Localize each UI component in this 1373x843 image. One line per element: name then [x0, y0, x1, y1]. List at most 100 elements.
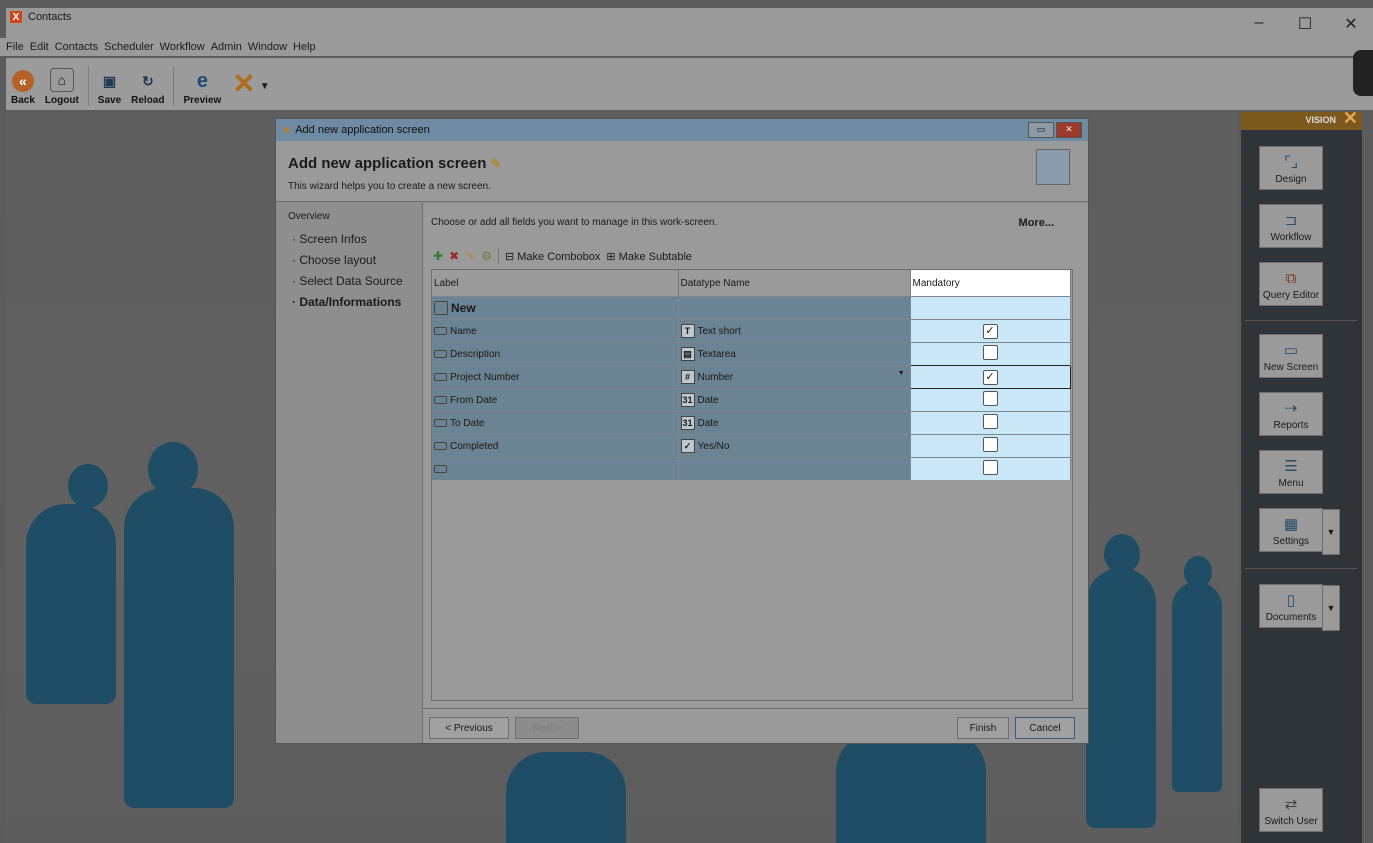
- add-field-icon[interactable]: ✚: [433, 249, 443, 263]
- edit-field-icon[interactable]: ✎: [465, 249, 475, 263]
- design-icon: ⌜⌟: [1283, 154, 1299, 171]
- dialog-close-icon[interactable]: ✕: [1056, 122, 1082, 138]
- menu-window[interactable]: Window: [248, 41, 287, 53]
- datatype-cell[interactable]: T Text short: [678, 319, 911, 343]
- mandatory-checkbox[interactable]: [982, 414, 998, 429]
- finish-button[interactable]: Finish: [957, 717, 1009, 739]
- documents-dropdown-icon[interactable]: ▼: [1322, 585, 1340, 631]
- label-cell[interactable]: From Date: [432, 388, 679, 412]
- table-row-empty[interactable]: [432, 457, 1071, 480]
- table-row-selected[interactable]: Project Number # Number ▼ ✓: [432, 365, 1071, 389]
- mandatory-cell[interactable]: [910, 411, 1071, 435]
- datatype-cell[interactable]: # Number ▼: [678, 365, 911, 389]
- table-row[interactable]: Description ▤ Textarea: [432, 342, 1071, 366]
- mandatory-checkbox[interactable]: [982, 437, 998, 452]
- label-cell[interactable]: Description: [432, 342, 679, 366]
- previous-button[interactable]: < Previous: [429, 717, 509, 739]
- more-link[interactable]: More...: [1019, 217, 1054, 229]
- mandatory-cell[interactable]: [910, 296, 1071, 320]
- datatype-cell[interactable]: 31 Date: [678, 411, 911, 435]
- save-button[interactable]: ▣ Save: [98, 64, 121, 107]
- datatype-cell[interactable]: [678, 296, 911, 320]
- menu-scheduler[interactable]: Scheduler: [104, 41, 154, 53]
- label-cell[interactable]: Name: [432, 319, 679, 343]
- reload-button[interactable]: ↻ Reload: [131, 64, 164, 107]
- logout-button[interactable]: ⌂ Logout: [45, 64, 79, 106]
- nav-item-select-data-source[interactable]: · Select Data Source: [292, 274, 422, 288]
- remove-field-icon[interactable]: ✖: [449, 249, 459, 263]
- label-cell[interactable]: [432, 457, 679, 480]
- menu-admin[interactable]: Admin: [211, 41, 242, 53]
- column-header-mandatory[interactable]: Mandatory: [910, 270, 1071, 297]
- datatype-cell[interactable]: [678, 457, 911, 480]
- dialog-header: Add new application screen ✎ This wizard …: [276, 141, 1088, 202]
- nav-item-screen-infos[interactable]: · Screen Infos: [292, 232, 422, 246]
- nav-item-data-informations[interactable]: · Data/Informations: [292, 295, 422, 309]
- make-combobox-button[interactable]: ⊟ Make Combobox: [505, 250, 600, 263]
- chevron-down-icon[interactable]: ▼: [898, 370, 905, 377]
- label-cell[interactable]: Completed: [432, 434, 679, 458]
- table-row[interactable]: From Date 31 Date: [432, 388, 1071, 412]
- make-subtable-button[interactable]: ⊞ Make Subtable: [606, 250, 692, 263]
- switch-user-button[interactable]: ⇄ Switch User: [1259, 788, 1323, 832]
- maximize-icon[interactable]: ☐: [1297, 14, 1313, 34]
- mandatory-checkbox[interactable]: [982, 345, 998, 360]
- table-row[interactable]: Name T Text short ✓: [432, 319, 1071, 343]
- silhouette-person: [836, 732, 986, 843]
- mandatory-cell[interactable]: [910, 388, 1071, 412]
- field-icon: [434, 464, 447, 473]
- reload-icon: ↻: [141, 72, 154, 89]
- preview-label: Preview: [183, 95, 222, 106]
- menu-help[interactable]: Help: [293, 41, 316, 53]
- nav-item-choose-layout[interactable]: · Choose layout: [292, 253, 422, 267]
- datatype-cell[interactable]: ▤ Textarea: [678, 342, 911, 366]
- datatype-cell[interactable]: ✓ Yes/No: [678, 434, 911, 458]
- mandatory-cell[interactable]: [910, 342, 1071, 366]
- label-cell[interactable]: To Date: [432, 411, 679, 435]
- column-header-label[interactable]: Label: [432, 270, 679, 297]
- menu-button[interactable]: ☰ Menu: [1259, 450, 1323, 494]
- minimize-icon[interactable]: –: [1251, 14, 1267, 34]
- dialog-title-bar: ✕ Add new application screen ▭ ✕: [276, 119, 1088, 141]
- reports-button[interactable]: ⇢ Reports: [1259, 392, 1323, 436]
- settings-button[interactable]: ▦ Settings ▼: [1259, 508, 1340, 555]
- toolbar-separator: [87, 66, 89, 106]
- new-screen-button[interactable]: ▭ New Screen: [1259, 334, 1323, 378]
- silhouette-person: [1086, 568, 1156, 828]
- table-row[interactable]: To Date 31 Date: [432, 411, 1071, 435]
- settings-dropdown-icon[interactable]: ▼: [1322, 509, 1340, 555]
- query-editor-button[interactable]: ⧉ Query Editor: [1259, 262, 1323, 306]
- side-panel-tab[interactable]: [1353, 50, 1373, 96]
- mandatory-checkbox[interactable]: ✓: [982, 369, 998, 385]
- workflow-button[interactable]: ⊐ Workflow: [1259, 204, 1323, 248]
- label-cell[interactable]: Project Number: [432, 365, 679, 389]
- mandatory-cell[interactable]: ✓: [909, 365, 1071, 389]
- mandatory-cell[interactable]: [910, 434, 1071, 458]
- menu-workflow[interactable]: Workflow: [160, 41, 205, 53]
- dialog-minimize-icon[interactable]: ▭: [1028, 122, 1054, 138]
- close-icon[interactable]: ✕: [1343, 14, 1359, 34]
- table-row[interactable]: Completed ✓ Yes/No: [432, 434, 1071, 458]
- menu-file[interactable]: File: [6, 41, 24, 53]
- mandatory-checkbox[interactable]: [982, 460, 998, 475]
- new-row-label-cell[interactable]: New: [432, 296, 679, 320]
- vision-logo-icon[interactable]: ✕: [232, 67, 255, 100]
- menu-edit[interactable]: Edit: [30, 41, 49, 53]
- mandatory-checkbox[interactable]: ✓: [982, 323, 998, 339]
- vision-close-icon[interactable]: ✕: [1343, 109, 1358, 127]
- preview-button[interactable]: e Preview: [183, 64, 222, 107]
- mandatory-cell[interactable]: [910, 457, 1071, 480]
- design-button[interactable]: ⌜⌟ Design: [1259, 146, 1323, 190]
- table-row-new[interactable]: New: [432, 296, 1071, 320]
- cancel-button[interactable]: Cancel: [1015, 717, 1075, 739]
- field-options-icon[interactable]: ⚙: [481, 249, 492, 263]
- mandatory-cell[interactable]: ✓: [910, 319, 1071, 343]
- mandatory-checkbox[interactable]: [982, 391, 998, 406]
- documents-button[interactable]: ▯ Documents ▼: [1259, 584, 1340, 631]
- menu-contacts[interactable]: Contacts: [55, 41, 98, 53]
- chevron-down-icon[interactable]: ▼: [260, 81, 270, 92]
- datatype-cell[interactable]: 31 Date: [678, 388, 911, 412]
- column-header-datatype[interactable]: Datatype Name: [678, 270, 911, 297]
- next-button[interactable]: Next >: [515, 717, 579, 739]
- back-button[interactable]: « Back: [11, 64, 35, 106]
